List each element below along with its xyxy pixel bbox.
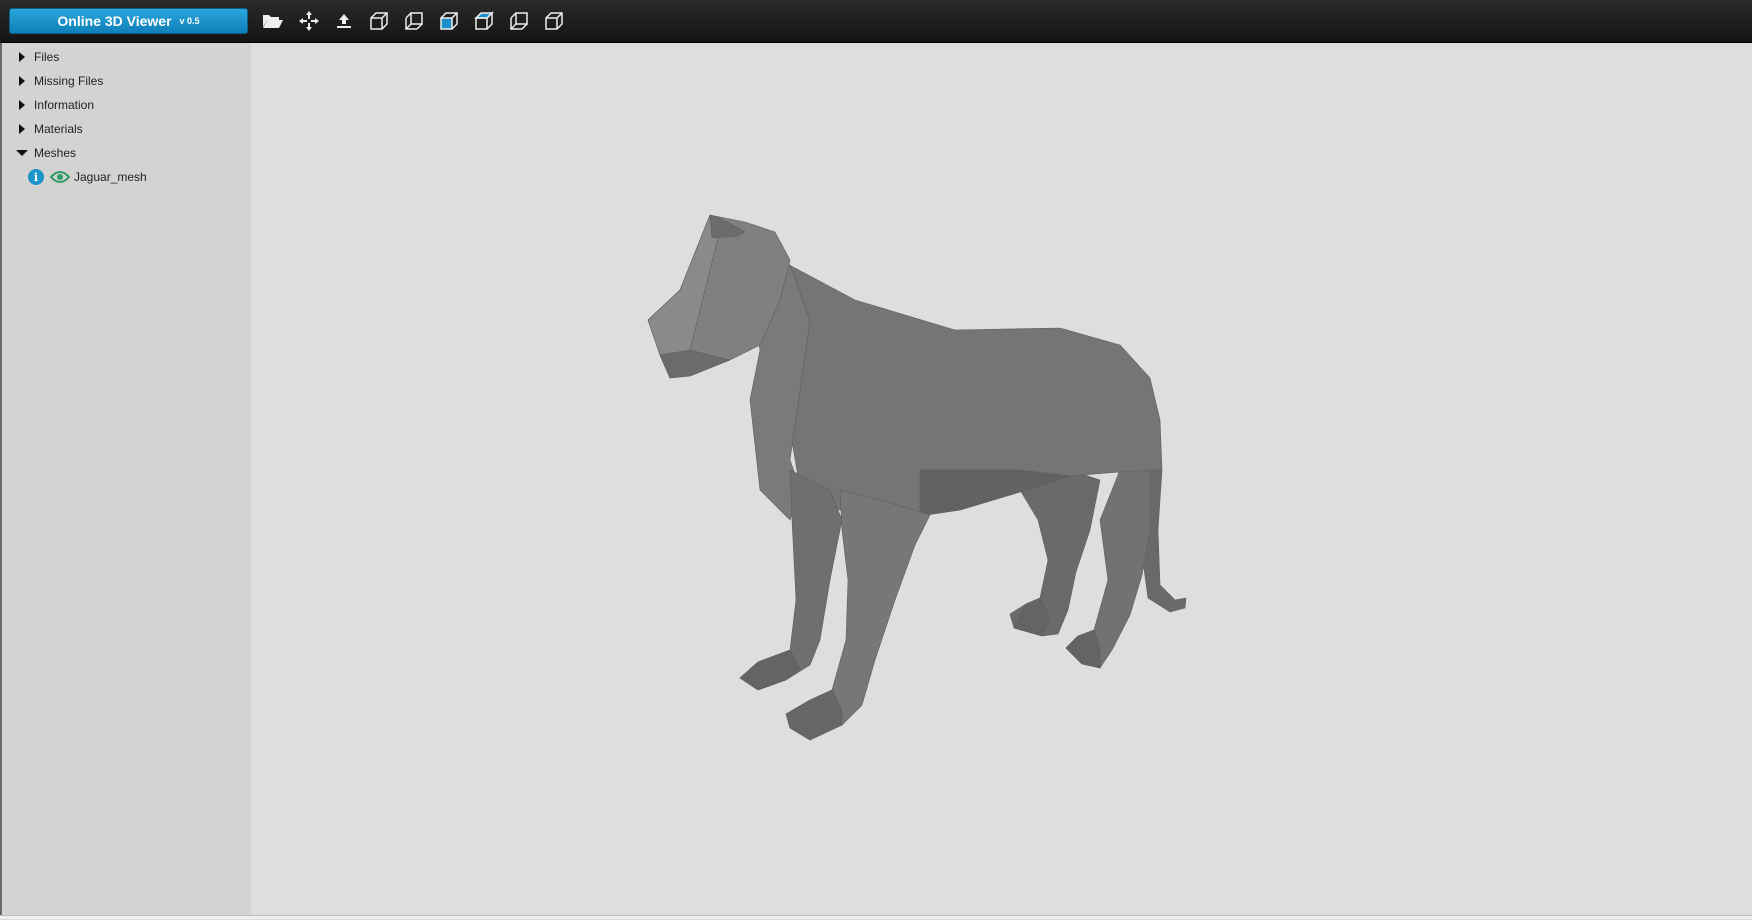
view-front-cube-icon <box>370 12 388 30</box>
up-vector-button[interactable] <box>331 8 357 34</box>
view-bottom-button[interactable] <box>541 8 567 34</box>
up-vector-icon <box>337 14 351 28</box>
tree-item-meshes[interactable]: Meshes <box>14 143 76 163</box>
tree-item-materials[interactable]: Materials <box>14 119 83 139</box>
view-right-button[interactable] <box>471 8 497 34</box>
view-back-cube-icon <box>405 12 423 30</box>
view-bottom-cube-icon <box>545 12 563 30</box>
status-strip <box>0 915 1752 919</box>
app-title-button[interactable]: Online 3D Viewer v 0.5 <box>9 8 248 34</box>
tree-item-label: Missing Files <box>34 74 104 88</box>
app-version: v 0.5 <box>179 16 200 26</box>
triangle-right-icon <box>19 124 25 134</box>
open-button[interactable] <box>260 8 286 34</box>
view-top-cube-icon <box>510 12 528 30</box>
tree-item-label: Meshes <box>34 146 77 160</box>
mesh-label: Jaguar_mesh <box>74 170 147 184</box>
view-left-cube-icon <box>440 12 458 30</box>
app-title: Online 3D Viewer <box>57 13 172 29</box>
sidebar: Files Missing Files Information Material… <box>0 43 251 915</box>
mesh-item: i Jaguar_mesh <box>28 166 147 188</box>
triangle-down-icon <box>16 150 28 156</box>
tree-item-label: Materials <box>34 122 83 136</box>
open-folder-icon <box>263 15 283 28</box>
tree-item-files[interactable]: Files <box>14 47 59 67</box>
view-back-button[interactable] <box>401 8 427 34</box>
triangle-right-icon <box>19 52 25 62</box>
info-icon[interactable]: i <box>28 169 44 185</box>
eye-icon[interactable] <box>50 170 70 184</box>
view-left-button[interactable] <box>436 8 462 34</box>
toolbar: Online 3D Viewer v 0.5 <box>0 0 1752 43</box>
jaguar-model <box>647 214 1187 741</box>
triangle-right-icon <box>19 100 25 110</box>
fit-in-window-icon <box>299 11 319 31</box>
view-top-button[interactable] <box>506 8 532 34</box>
tree-item-missing-files[interactable]: Missing Files <box>14 71 103 91</box>
view-right-cube-icon <box>474 11 494 30</box>
tree-item-label: Information <box>34 98 95 112</box>
fit-button[interactable] <box>296 8 322 34</box>
3d-viewport[interactable] <box>251 43 1752 915</box>
view-front-button[interactable] <box>366 8 392 34</box>
tree-item-information[interactable]: Information <box>14 95 94 115</box>
tree-item-label: Files <box>34 50 60 64</box>
triangle-right-icon <box>19 76 25 86</box>
